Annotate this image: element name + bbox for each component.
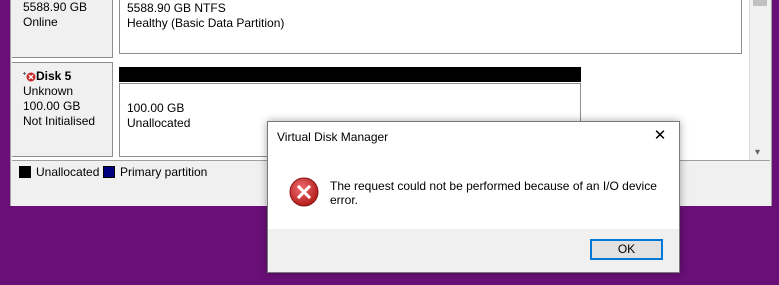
disk-size: 100.00 GB (23, 99, 81, 113)
disk-size: 5588.90 GB (23, 0, 88, 14)
primary-swatch (103, 166, 115, 178)
volume-size: 100.00 GB (127, 101, 185, 115)
unallocated-swatch (19, 166, 31, 178)
legend-label: Primary partition (120, 165, 208, 179)
ok-button[interactable]: OK (590, 239, 663, 260)
disk-info-previous[interactable]: 5588.90 GB Online (12, 0, 113, 58)
scroll-thumb[interactable] (753, 0, 767, 6)
disk-name: Disk 5 (36, 69, 72, 83)
unallocated-bar (119, 67, 581, 82)
disk-status: Online (23, 15, 58, 29)
disk-type: Unknown (23, 84, 74, 98)
legend-primary: Primary partition (103, 165, 207, 179)
vertical-scrollbar[interactable]: ▾ (749, 0, 771, 160)
disk-status: Not Initialised (23, 114, 96, 128)
volume-previous[interactable]: 5588.90 GB NTFS Healthy (Basic Data Part… (119, 0, 742, 54)
disk-row-previous[interactable]: 5588.90 GB Online 5588.90 GB NTFS Health… (12, 0, 749, 58)
legend-label: Unallocated (36, 165, 100, 179)
scroll-down-icon[interactable]: ▾ (755, 147, 760, 158)
error-icon (289, 177, 319, 207)
dialog-footer: OK (268, 229, 679, 272)
dialog-message: The request could not be performed becau… (330, 179, 657, 207)
legend-unallocated: Unallocated (19, 165, 99, 179)
disk-error-icon (22, 71, 36, 82)
close-icon[interactable]: ✕ (649, 127, 671, 145)
volume-health: Healthy (Basic Data Partition) (127, 16, 285, 30)
error-dialog: Virtual Disk Manager ✕ The request could… (267, 121, 680, 273)
dialog-title: Virtual Disk Manager (277, 130, 389, 144)
disk-info-disk5[interactable]: Disk 5 Unknown 100.00 GB Not Initialised (12, 62, 113, 157)
volume-size-fs: 5588.90 GB NTFS (127, 1, 226, 15)
